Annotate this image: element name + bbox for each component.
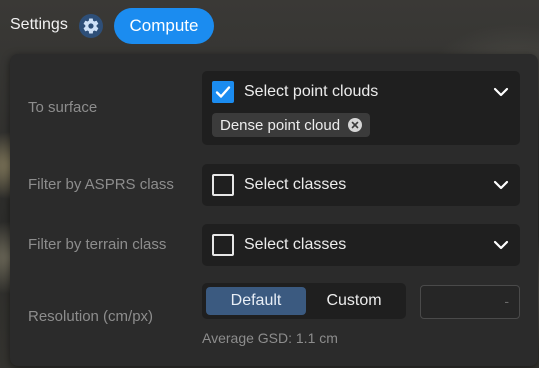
resolution-custom-option[interactable]: Custom (306, 287, 402, 315)
custom-resolution-input[interactable]: - (420, 285, 520, 319)
resolution-mode-toggle: Default Custom (202, 283, 406, 319)
asprs-class-select[interactable]: Select classes (202, 164, 520, 206)
custom-resolution-placeholder: - (504, 293, 509, 309)
gear-icon[interactable] (79, 14, 103, 38)
resolution-default-option[interactable]: Default (206, 287, 306, 315)
asprs-select-text: Select classes (244, 176, 347, 193)
terrain-filter-label: Filter by terrain class (28, 236, 167, 253)
asprs-checkbox[interactable] (212, 174, 234, 196)
settings-panel: To surface Select point clouds Dense poi… (10, 54, 538, 366)
point-cloud-select-text: Select point clouds (244, 83, 379, 100)
chevron-down-icon[interactable] (492, 236, 510, 254)
to-surface-label: To surface (28, 99, 98, 116)
chevron-down-icon[interactable] (492, 176, 510, 194)
close-circle-icon[interactable] (348, 118, 363, 132)
asprs-filter-label: Filter by ASPRS class (28, 176, 174, 193)
settings-label: Settings (10, 16, 68, 33)
select-all-checkbox[interactable] (212, 81, 234, 103)
compute-button[interactable]: Compute (114, 8, 214, 44)
toolbar: Settings Compute (0, 0, 539, 52)
chevron-down-icon[interactable] (492, 83, 510, 101)
average-gsd-text: Average GSD: 1.1 cm (202, 330, 338, 346)
resolution-label: Resolution (cm/px) (28, 308, 154, 325)
terrain-class-select[interactable]: Select classes (202, 224, 520, 266)
terrain-select-text: Select classes (244, 236, 347, 253)
terrain-checkbox[interactable] (212, 234, 234, 256)
chip-dense-point-cloud: Dense point cloud (212, 113, 371, 137)
point-cloud-select[interactable]: Select point clouds Dense point cloud (202, 71, 520, 145)
chip-label: Dense point cloud (220, 116, 341, 134)
checkmark-icon (215, 86, 231, 98)
